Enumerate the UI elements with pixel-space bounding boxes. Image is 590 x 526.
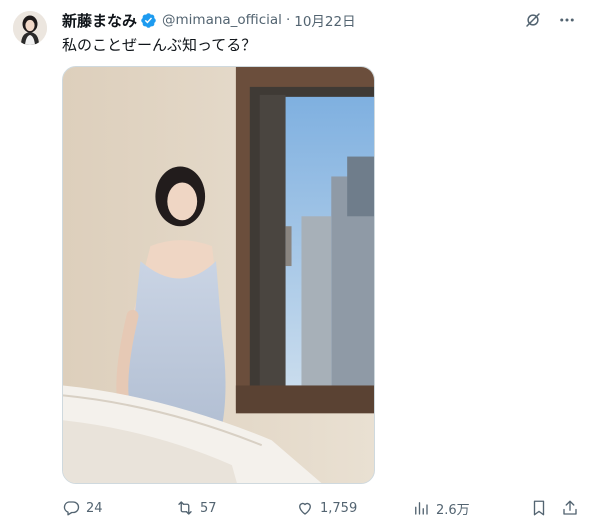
more-icon[interactable] — [557, 10, 577, 30]
view-count: 2.6万 — [436, 502, 470, 518]
tweet-photo[interactable] — [62, 66, 375, 484]
bookmark-icon — [533, 500, 545, 516]
reply-icon — [63, 501, 80, 516]
share-button[interactable] — [561, 499, 579, 517]
author-handle[interactable]: @mimana_official — [162, 12, 282, 28]
tweet-text: 私のことぜーんぶ知ってる？ — [62, 36, 257, 54]
separator-dot: · — [285, 12, 291, 28]
tweet-actions-bar: 24 57 1,759 2.6万 — [62, 497, 577, 519]
heart-icon — [299, 502, 311, 515]
grok-icon[interactable] — [523, 10, 543, 30]
tweet-top-actions — [523, 10, 577, 30]
like-count: 1,759 — [320, 500, 358, 516]
share-icon — [563, 500, 577, 515]
like-button[interactable]: 1,759 — [296, 499, 357, 517]
photo-image — [63, 67, 374, 483]
retweet-button[interactable]: 57 — [176, 499, 217, 517]
retweet-icon — [178, 501, 192, 515]
tweet-header: 新藤まなみ @mimana_official · 10月22日 — [62, 10, 356, 31]
author-display-name[interactable]: 新藤まなみ — [62, 10, 137, 31]
retweet-count: 57 — [200, 500, 217, 516]
bookmark-button[interactable] — [530, 499, 548, 517]
views-button[interactable]: 2.6万 — [412, 499, 470, 518]
verified-badge-icon — [140, 12, 157, 29]
views-chart-icon — [415, 502, 428, 515]
avatar-image — [13, 11, 47, 45]
tweet-date[interactable]: 10月22日 — [294, 10, 355, 30]
reply-count: 24 — [86, 500, 103, 516]
avatar[interactable] — [13, 11, 47, 45]
reply-button[interactable]: 24 — [62, 499, 103, 517]
